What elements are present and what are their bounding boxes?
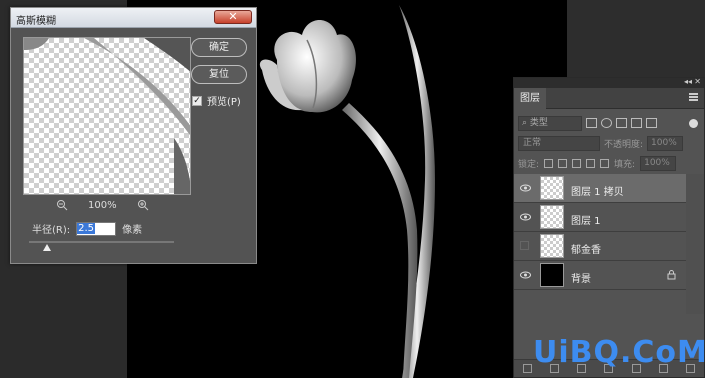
- zoom-out-icon[interactable]: [56, 199, 68, 211]
- filter-row: ⌕ 类型: [518, 115, 702, 131]
- lock-transparent-icon[interactable]: [544, 158, 554, 168]
- layer-list: 图层 1 拷贝 图层 1 郁金香 背景: [514, 174, 686, 290]
- link-layers-icon[interactable]: [523, 364, 533, 373]
- layer-name: 图层 1 拷贝: [571, 187, 624, 198]
- zoom-controls: 100%: [56, 199, 149, 211]
- eye-icon[interactable]: [520, 270, 531, 280]
- dialog-title: 高斯模糊: [16, 16, 56, 27]
- fill-label: 填充:: [614, 159, 636, 170]
- panel-close-icon[interactable]: ✕: [694, 77, 701, 86]
- gaussian-blur-dialog: 高斯模糊 ✕ 确定 复位 ✓ 预览(P) 100% 半径(R): 2.5 像素: [10, 7, 257, 264]
- type-filter-icon[interactable]: [616, 118, 627, 128]
- layer-name: 背景: [571, 274, 591, 285]
- lock-all-icon[interactable]: [600, 158, 610, 168]
- radius-slider-track[interactable]: [29, 241, 174, 243]
- layer-thumbnail: [540, 263, 564, 287]
- preview-checkbox[interactable]: ✓: [192, 95, 202, 106]
- layer-name: 郁金香: [571, 245, 601, 256]
- radius-value: 2.5: [77, 222, 96, 234]
- layer-thumbnail: [540, 234, 564, 258]
- dialog-titlebar[interactable]: 高斯模糊 ✕: [11, 8, 256, 28]
- smart-object-filter-icon[interactable]: [646, 118, 657, 128]
- lock-position-icon[interactable]: [572, 158, 582, 168]
- lock-label: 锁定:: [518, 159, 540, 170]
- layer-row[interactable]: 郁金香: [514, 232, 686, 261]
- layers-panel: ◂◂ ✕ 图层 ⌕ 类型 正常 不透明度: 100% 锁定: 填充: 100% …: [513, 77, 705, 378]
- lock-row: 锁定: 填充: 100%: [518, 155, 702, 171]
- collapse-icon[interactable]: ◂◂: [684, 77, 692, 86]
- close-button[interactable]: ✕: [214, 10, 252, 24]
- blur-preview[interactable]: [23, 37, 191, 195]
- radius-label: 半径(R):: [32, 225, 71, 236]
- layer-thumbnail: [540, 205, 564, 229]
- radius-slider-thumb[interactable]: [43, 244, 51, 251]
- opacity-input[interactable]: 100%: [647, 135, 684, 151]
- opacity-label: 不透明度:: [604, 139, 644, 150]
- layer-name: 图层 1: [571, 216, 601, 227]
- lock-artboard-icon[interactable]: [586, 158, 596, 168]
- fill-input[interactable]: 100%: [640, 155, 677, 171]
- layer-row[interactable]: 图层 1 拷贝: [514, 174, 686, 203]
- layer-row[interactable]: 背景: [514, 261, 686, 290]
- panel-menu-icon[interactable]: [689, 93, 698, 101]
- radius-unit: 像素: [122, 225, 143, 236]
- preview-option[interactable]: ✓ 预览(P): [192, 93, 241, 108]
- ok-button[interactable]: 确定: [191, 38, 247, 57]
- adjustment-filter-icon[interactable]: [601, 118, 612, 128]
- visibility-toggle[interactable]: [520, 241, 529, 250]
- tab-layers[interactable]: 图层: [514, 88, 546, 109]
- shape-filter-icon[interactable]: [631, 118, 642, 128]
- filter-placeholder: 类型: [529, 117, 548, 128]
- lock-image-icon[interactable]: [558, 158, 568, 168]
- zoom-in-icon[interactable]: [137, 199, 149, 211]
- radius-row: 半径(R): 2.5 像素: [32, 221, 142, 236]
- lock-icon: [667, 270, 676, 280]
- layers-scrollbar[interactable]: [686, 174, 704, 314]
- panel-tabbar: 图层: [514, 88, 704, 109]
- zoom-level: 100%: [88, 199, 117, 211]
- radius-input[interactable]: 2.5: [76, 221, 117, 236]
- layer-thumbnail: [540, 176, 564, 200]
- watermark-logo: UiBQ.CoM: [533, 335, 705, 370]
- filter-toggle-icon[interactable]: [689, 118, 698, 128]
- layer-filter-select[interactable]: ⌕ 类型: [518, 115, 582, 131]
- pixel-filter-icon[interactable]: [586, 118, 597, 128]
- eye-icon[interactable]: [520, 212, 531, 222]
- panel-top-strip: ◂◂ ✕: [514, 77, 704, 88]
- reset-button[interactable]: 复位: [191, 65, 247, 84]
- preview-artwork: [24, 38, 190, 194]
- blend-row: 正常 不透明度: 100%: [518, 135, 702, 151]
- preview-label: 预览(P): [207, 97, 241, 108]
- eye-icon[interactable]: [520, 183, 531, 193]
- layer-row[interactable]: 图层 1: [514, 203, 686, 232]
- blend-mode-select[interactable]: 正常: [518, 135, 600, 151]
